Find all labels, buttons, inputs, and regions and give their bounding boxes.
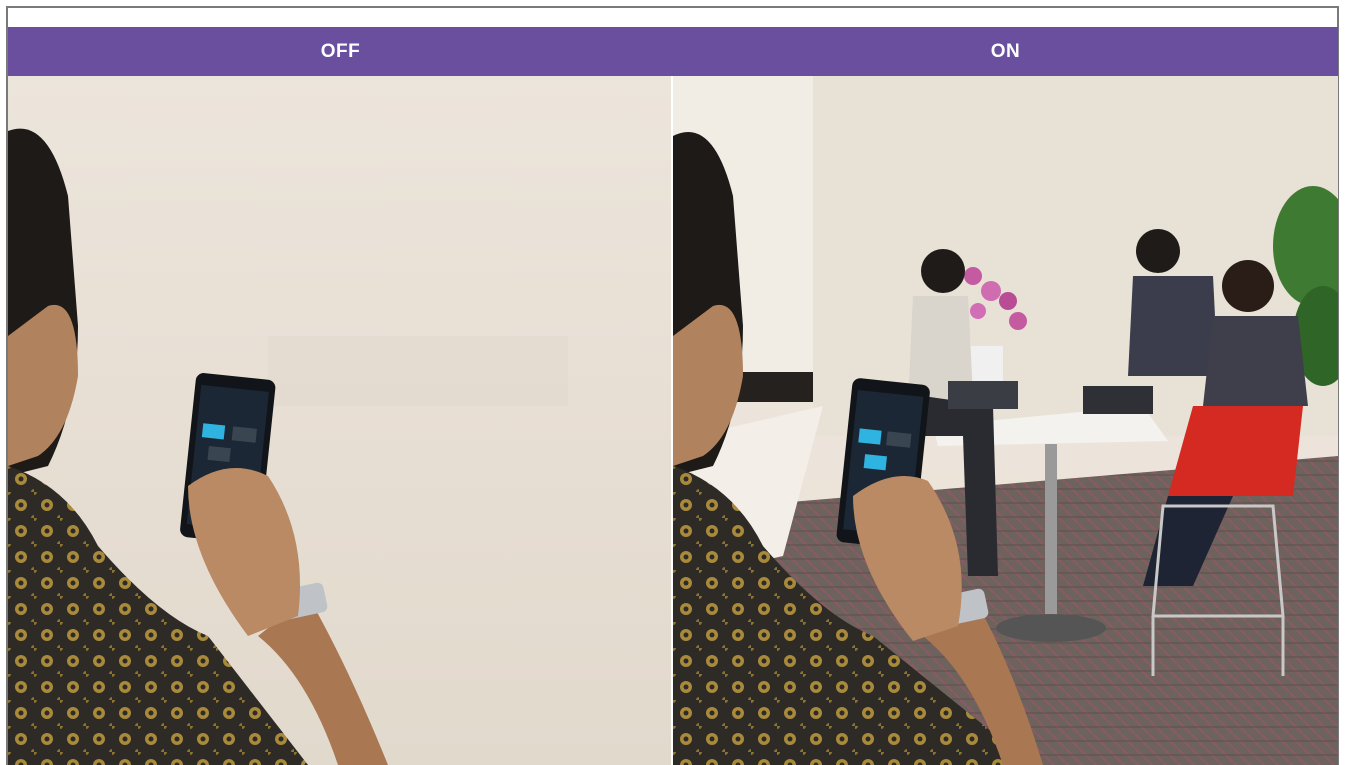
comparison-header: OFF ON: [8, 27, 1338, 76]
ear-skin: [8, 304, 78, 466]
on-photo: [673, 76, 1338, 765]
on-panel: [673, 76, 1338, 765]
off-label: OFF: [320, 40, 361, 62]
off-photo: [8, 128, 568, 765]
on-label: ON: [990, 40, 1021, 62]
off-panel: [8, 76, 671, 765]
hand: [188, 468, 300, 636]
